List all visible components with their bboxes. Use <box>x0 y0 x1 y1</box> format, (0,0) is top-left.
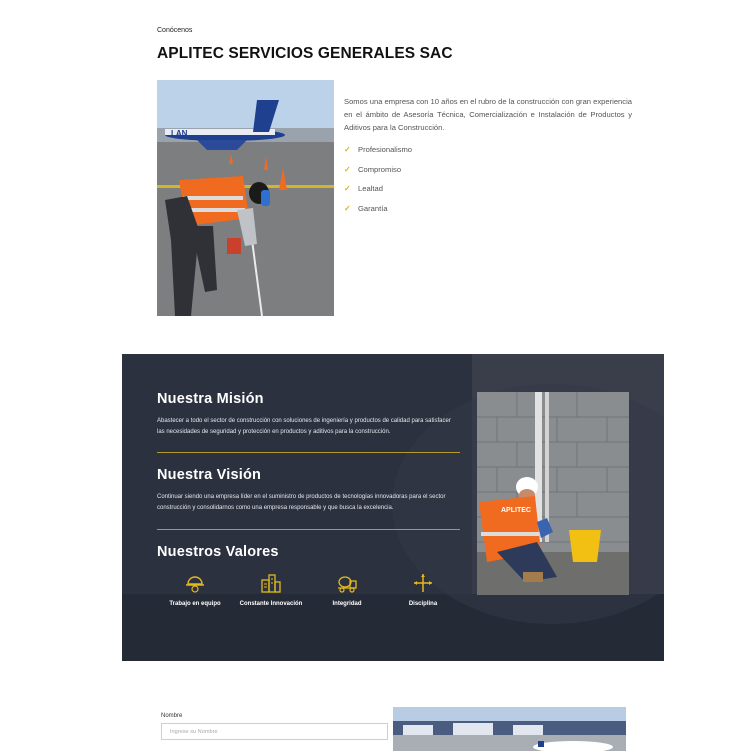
vision-block: Nuestra Visión Continuar siendo una empr… <box>157 467 460 513</box>
value-label: Constante Innovación <box>239 601 303 607</box>
worker-airport-photo: LAN <box>157 80 334 316</box>
mision-block: Nuestra Misión Abastecer a todo el secto… <box>157 391 460 437</box>
check-icon: ✓ <box>344 145 351 155</box>
vision-text: Continuar siendo una empresa líder en el… <box>157 494 446 511</box>
feature-item: ✓ Profesionalismo <box>344 145 413 155</box>
values-list: Trabajo en equipo Constante Innovación I… <box>157 572 462 608</box>
airport-photo <box>393 707 626 751</box>
feature-item: ✓ Lealtad <box>344 184 383 194</box>
value-label: Integridad <box>332 601 362 607</box>
vest-badge-text: APLITEC <box>501 507 531 514</box>
value-item: Integridad <box>309 572 385 608</box>
about-eyebrow: Conócenos <box>157 27 193 34</box>
value-label: Trabajo en equipo <box>169 601 221 607</box>
valores-block: Nuestros Valores <box>157 544 460 560</box>
check-icon: ✓ <box>344 184 351 194</box>
value-item: Trabajo en equipo <box>157 572 233 608</box>
about-description: Somos una empresa con 10 años en el rubr… <box>344 97 632 132</box>
value-item: Disciplina <box>385 572 461 608</box>
divider <box>157 452 460 453</box>
feature-item: ✓ Garantía <box>344 203 388 213</box>
airline-logo-text: LAN <box>171 129 188 138</box>
divider <box>157 529 460 530</box>
vision-title: Nuestra Visión <box>157 467 262 483</box>
mision-text: Abastecer a todo el sector de construcci… <box>157 418 451 435</box>
mision-title: Nuestra Misión <box>157 391 264 407</box>
buildings-icon <box>261 574 281 593</box>
feature-item: ✓ Compromiso <box>344 164 402 174</box>
helmet-icon <box>186 576 204 593</box>
valores-title: Nuestros Valores <box>157 544 279 560</box>
company-title: APLITEC SERVICIOS GENERALES SAC <box>157 45 453 62</box>
value-label: Disciplina <box>408 601 438 607</box>
check-icon: ✓ <box>344 164 351 174</box>
name-input[interactable] <box>161 723 388 740</box>
name-label: Nombre <box>161 713 183 719</box>
worker-wall-photo: APLITEC <box>477 392 629 595</box>
value-item: Constante Innovación <box>233 572 309 608</box>
crossroads-icon <box>414 574 432 592</box>
feature-list: ✓ Profesionalismo ✓ Compromiso ✓ Lealtad ✓ G… <box>344 140 412 218</box>
mission-section: Nuestra Misión Abastecer a todo el secto… <box>122 354 664 661</box>
concrete-mixer-icon <box>338 576 357 593</box>
check-icon: ✓ <box>344 203 351 213</box>
